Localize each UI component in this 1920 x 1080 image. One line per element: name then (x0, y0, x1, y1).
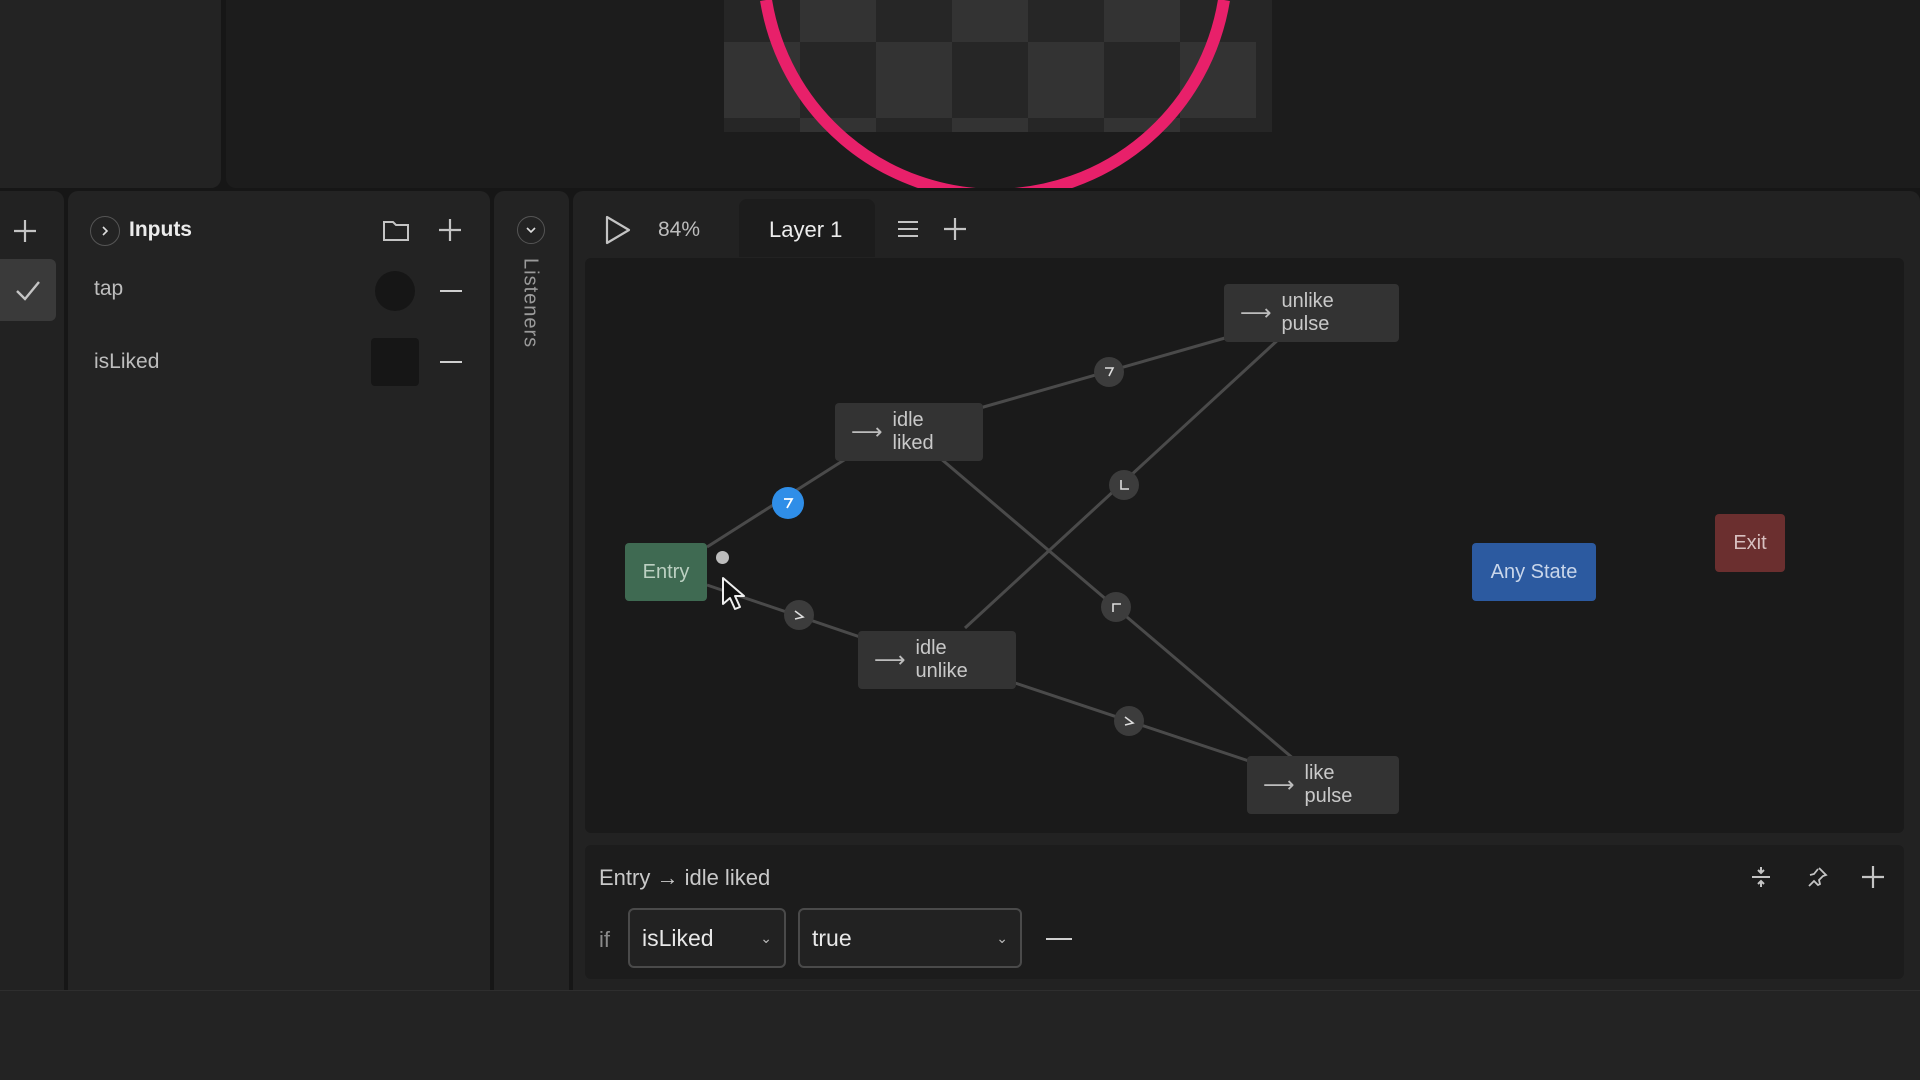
condition-value-select[interactable]: true ⌄ (798, 908, 1022, 968)
inputs-panel-title: Inputs (129, 218, 192, 241)
arrow-right-icon: ⟶ (1240, 300, 1272, 325)
arrow-right-icon: ⟶ (874, 647, 906, 672)
input-row-tap[interactable]: tap (68, 266, 490, 316)
top-left-panel (0, 0, 221, 188)
node-entry[interactable]: Entry (625, 543, 707, 601)
transition-inspector: Entry → idle liked if isLiked ⌄ true ⌄ (585, 845, 1904, 979)
listeners-label[interactable]: Listeners (507, 258, 553, 368)
selected-transition-marker[interactable] (772, 487, 804, 519)
menu-icon[interactable] (893, 214, 923, 244)
tab-label: Layer 1 (769, 217, 843, 242)
node-unlike-pulse[interactable]: ⟶ unlike pulse (1224, 284, 1399, 342)
node-label: Entry (642, 560, 690, 583)
transition-lines (706, 336, 1296, 765)
expand-chevron-icon[interactable] (90, 216, 120, 246)
transition-marker[interactable] (1094, 357, 1124, 387)
transition-marker[interactable] (1109, 470, 1139, 500)
graph-canvas[interactable]: Entry ⟶ idle liked ⟶ idle unlike ⟶ unlik… (585, 258, 1904, 833)
node-label: like pulse (1304, 762, 1353, 807)
transition-marker[interactable] (784, 600, 814, 630)
folder-icon[interactable] (381, 215, 411, 245)
node-label: idle liked (892, 409, 934, 454)
add-condition-icon[interactable] (1856, 860, 1890, 894)
transition-title: Entry → idle liked (599, 865, 771, 890)
node-any-state[interactable]: Any State (1472, 543, 1596, 601)
artboard-graphic (724, 0, 1272, 188)
node-label: unlike pulse (1281, 290, 1334, 335)
remove-input-icon[interactable] (440, 290, 462, 292)
add-layer-icon[interactable] (939, 213, 971, 245)
transition-marker[interactable] (1114, 706, 1144, 736)
add-input-icon[interactable] (435, 215, 465, 245)
condition-keyword: if (599, 927, 610, 952)
add-icon[interactable] (8, 214, 42, 248)
input-row-isliked[interactable]: isLiked (68, 336, 490, 386)
arrow-right-icon: ⟶ (1263, 772, 1295, 797)
input-name: isLiked (94, 350, 160, 373)
node-idle-unlike[interactable]: ⟶ idle unlike (858, 631, 1016, 689)
node-exit[interactable]: Exit (1715, 514, 1785, 572)
connection-handle[interactable] (716, 551, 729, 564)
node-label: Exit (1733, 531, 1767, 554)
chevron-down-icon: ⌄ (760, 929, 772, 946)
tab-layer-1[interactable]: Layer 1 (739, 199, 875, 257)
bottom-bar (0, 990, 1920, 1080)
select-value: isLiked (642, 924, 714, 951)
play-icon[interactable] (600, 210, 636, 250)
collapse-chevron-icon[interactable] (517, 216, 545, 244)
artboard-preview[interactable] (226, 0, 1920, 188)
remove-input-icon[interactable] (440, 361, 462, 363)
boolean-checkbox[interactable] (371, 338, 419, 386)
node-idle-liked[interactable]: ⟶ idle liked (835, 403, 983, 461)
zoom-level[interactable]: 84% (658, 218, 700, 242)
check-icon[interactable] (0, 259, 56, 321)
pin-icon[interactable] (1801, 861, 1833, 893)
select-value: true (812, 924, 852, 951)
arrow-right-icon: ⟶ (851, 419, 883, 444)
checkerboard-background (724, 0, 1272, 132)
input-name: tap (94, 277, 124, 300)
chevron-down-icon: ⌄ (996, 929, 1008, 946)
node-label: Any State (1490, 560, 1578, 583)
mouse-cursor-icon (722, 577, 745, 610)
node-label: idle unlike (915, 637, 968, 682)
transition-marker[interactable] (1101, 592, 1131, 622)
condition-input-select[interactable]: isLiked ⌄ (628, 908, 786, 968)
remove-condition-icon[interactable] (1046, 938, 1072, 940)
node-like-pulse[interactable]: ⟶ like pulse (1247, 756, 1399, 814)
trigger-indicator[interactable] (375, 271, 415, 311)
align-icon[interactable] (1745, 861, 1777, 893)
